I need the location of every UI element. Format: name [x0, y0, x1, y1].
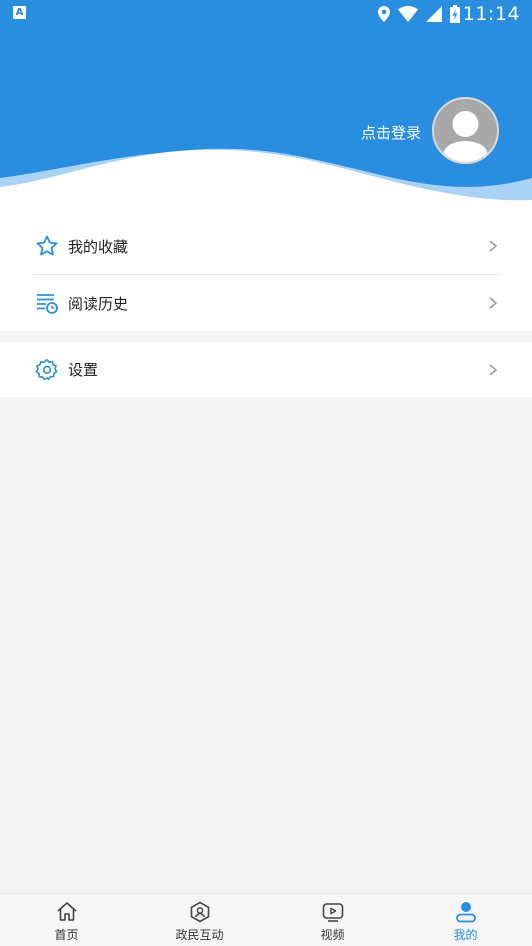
signal-icon — [426, 6, 442, 22]
battery-icon — [450, 5, 460, 23]
status-icons — [378, 4, 460, 24]
location-icon — [378, 6, 390, 22]
menu-item-label: 设置 — [68, 361, 99, 379]
video-icon — [322, 903, 343, 922]
gear-icon — [35, 358, 58, 380]
tab-label: 首页 — [54, 928, 79, 942]
menu-item-label: 我的收藏 — [68, 237, 129, 256]
tab-label: 视频 — [320, 928, 345, 942]
menu-item-label: 阅读历史 — [68, 294, 129, 313]
status-bar: A 11:14 — [0, 0, 532, 28]
chevron-right-icon — [489, 240, 498, 252]
menu-item-settings[interactable]: 设置 — [0, 342, 532, 397]
menu-item-history[interactable]: 阅读历史 — [0, 275, 532, 331]
wifi-icon — [398, 6, 418, 22]
reading-history-icon — [37, 294, 58, 314]
star-icon — [36, 235, 58, 256]
profile-header: A 11:14 点击登录 — [0, 0, 532, 218]
bottom-tab-bar: 首页 政民互动 视频 我的 — [0, 893, 532, 946]
tab-video[interactable]: 视频 — [266, 894, 399, 946]
tab-label: 我的 — [453, 928, 478, 942]
menu-item-favorites[interactable]: 我的收藏 — [0, 218, 532, 274]
tab-label: 政民互动 — [175, 928, 224, 942]
tab-interaction[interactable]: 政民互动 — [133, 894, 266, 946]
avatar[interactable] — [432, 97, 499, 164]
app-notification-icon: A — [13, 6, 26, 19]
tab-mine[interactable]: 我的 — [399, 894, 532, 946]
chevron-right-icon — [489, 363, 498, 376]
login-link[interactable]: 点击登录 — [361, 122, 421, 143]
default-avatar-icon — [443, 111, 488, 162]
chevron-right-icon — [489, 297, 498, 309]
menu-group-settings: 设置 — [0, 342, 532, 397]
tab-home[interactable]: 首页 — [0, 894, 133, 946]
clock: 11:14 — [462, 3, 520, 25]
interaction-icon — [190, 901, 209, 923]
user-icon — [455, 902, 476, 923]
menu-group-content: 我的收藏 阅读历史 — [0, 218, 532, 331]
home-icon — [56, 902, 77, 921]
